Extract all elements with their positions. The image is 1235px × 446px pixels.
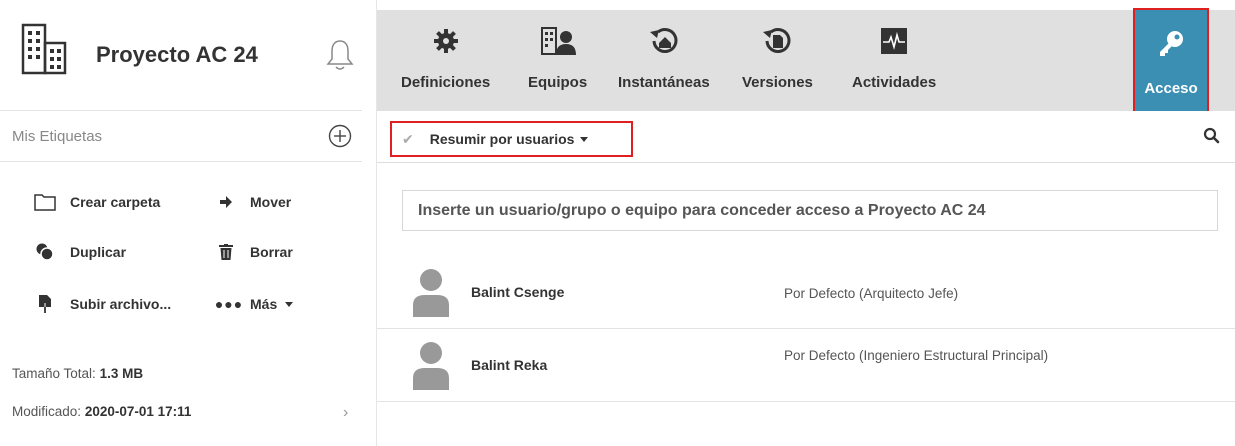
upload-file-icon <box>34 293 56 315</box>
toolbar-actividades[interactable]: Actividades <box>852 10 936 111</box>
avatar-icon <box>413 269 449 317</box>
toolbar-acceso[interactable]: Acceso <box>1133 8 1209 114</box>
snapshot-icon <box>644 22 684 60</box>
project-header: Proyecto AC 24 <box>0 0 362 111</box>
delete-button[interactable]: Borrar <box>218 240 293 264</box>
move-button[interactable]: Mover <box>218 190 291 214</box>
toolbar-equipos[interactable]: Equipos <box>528 10 587 111</box>
more-label: Más <box>250 296 278 312</box>
user-row[interactable]: Balint Reka Por Defecto (Ingeniero Estru… <box>377 329 1235 402</box>
user-role: Por Defecto (Ingeniero Estructural Princ… <box>784 348 1049 363</box>
toolbar-definiciones[interactable]: Definiciones <box>401 10 490 111</box>
toolbar-label: Actividades <box>852 74 937 91</box>
tags-label: Mis Etiquetas <box>12 128 103 145</box>
toolbar-label: Versiones <box>742 74 813 91</box>
top-toolbar: Definiciones Equipos Instantáneas Versio… <box>377 8 1235 114</box>
filter-label: Resumir por usuarios <box>429 131 575 147</box>
chevron-down-icon <box>285 301 294 307</box>
folder-icon <box>34 191 56 213</box>
summarize-by-users-dropdown[interactable]: ✔ Resumir por usuarios <box>390 121 633 157</box>
grant-access-input[interactable] <box>402 190 1218 231</box>
chevron-down-icon <box>580 136 589 142</box>
plus-circle-icon[interactable] <box>328 124 352 148</box>
toolbar-label: Definiciones <box>401 74 491 91</box>
project-title: Proyecto AC 24 <box>96 42 258 67</box>
ellipsis-icon: ●●● <box>214 296 244 312</box>
key-icon <box>1151 24 1191 62</box>
filter-bar: ✔ Resumir por usuarios <box>377 111 1235 163</box>
create-folder-button[interactable]: Crear carpeta <box>34 190 160 214</box>
arrow-right-icon <box>218 191 234 213</box>
delete-label: Borrar <box>250 244 293 260</box>
duplicate-label: Duplicar <box>70 244 127 260</box>
chevron-right-icon[interactable]: › <box>343 404 348 422</box>
duplicate-button[interactable]: Duplicar <box>34 240 126 264</box>
toolbar-label: Acceso <box>1144 80 1198 97</box>
teams-icon <box>538 22 578 60</box>
activity-icon <box>874 22 914 60</box>
building-icon <box>21 23 67 75</box>
tags-row: Mis Etiquetas <box>0 112 362 162</box>
upload-label: Subir archivo... <box>70 296 172 312</box>
total-size-label: Tamaño Total: <box>12 366 96 381</box>
left-panel: Proyecto AC 24 Mis Etiquetas Crear carpe… <box>0 0 377 446</box>
gear-icon <box>426 22 466 60</box>
user-name: Balint Csenge <box>471 284 565 300</box>
move-label: Mover <box>250 194 292 210</box>
user-row[interactable]: Balint Csenge Por Defecto (Arquitecto Je… <box>377 256 1235 329</box>
avatar-icon <box>413 342 449 390</box>
total-size-value: 1.3 MB <box>99 366 144 381</box>
duplicate-icon <box>34 241 56 263</box>
toolbar-label: Instantáneas <box>618 74 710 91</box>
toolbar-versiones[interactable]: Versiones <box>742 10 813 111</box>
toolbar-label: Equipos <box>528 74 588 91</box>
user-role: Por Defecto (Arquitecto Jefe) <box>784 286 959 301</box>
versions-icon <box>757 22 797 60</box>
toolbar-instantaneas[interactable]: Instantáneas <box>618 10 710 111</box>
search-icon[interactable] <box>1203 127 1221 145</box>
upload-button[interactable]: Subir archivo... <box>34 292 171 316</box>
modified-label: Modificado: <box>12 404 82 419</box>
modified-value: 2020-07-01 17:11 <box>84 404 192 419</box>
checkmark-icon: ✔ <box>402 130 414 147</box>
create-folder-label: Crear carpeta <box>70 194 161 210</box>
total-size: Tamaño Total: 1.3 MB <box>12 366 143 381</box>
user-name: Balint Reka <box>471 357 548 373</box>
more-button[interactable]: ●●● Más <box>214 292 294 316</box>
modified-date: Modificado: 2020-07-01 17:11 <box>12 404 191 419</box>
trash-icon <box>218 241 234 263</box>
bell-icon[interactable] <box>325 38 355 72</box>
